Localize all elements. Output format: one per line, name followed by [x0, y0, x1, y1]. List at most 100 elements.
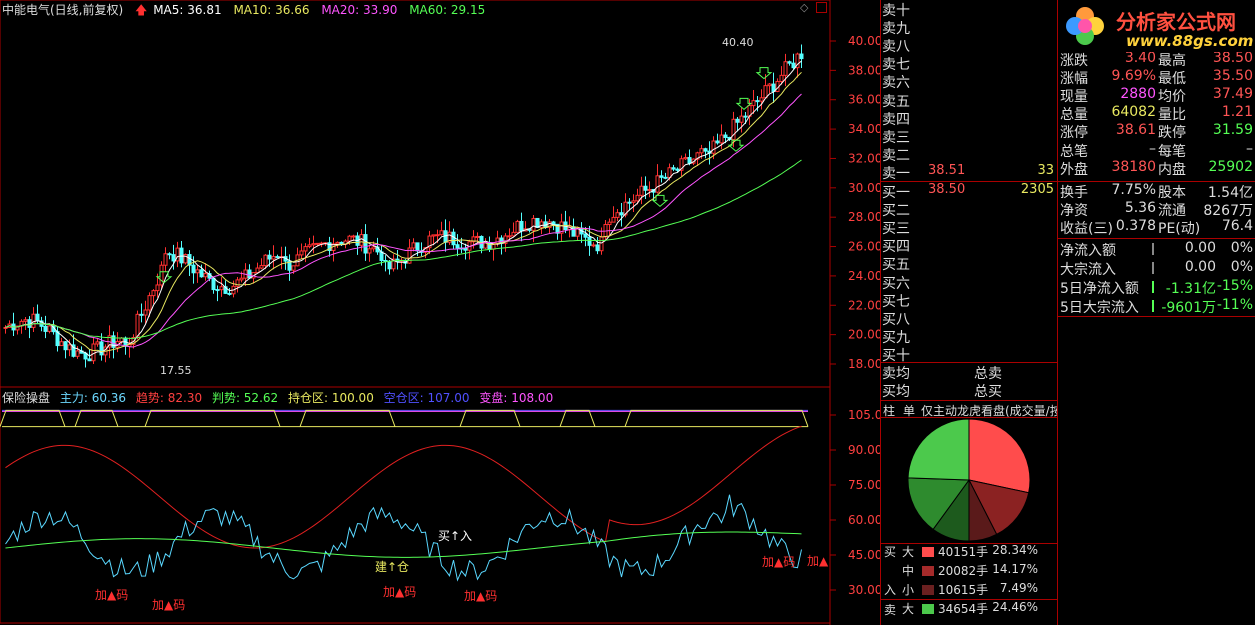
candle-body	[431, 234, 436, 237]
price-tick-label: 34.00	[848, 122, 880, 136]
stat-v1: 0.378	[1115, 218, 1156, 235]
buy-level-4[interactable]: 买四	[882, 236, 1056, 255]
price-tick-label: 22.00	[848, 298, 880, 312]
price-tick-label: 32.00	[848, 151, 880, 165]
tab-active-only[interactable]: 仅主动	[921, 402, 957, 419]
stat-k2: 最高	[1158, 53, 1186, 69]
stat-v1: 38.61	[1115, 122, 1156, 139]
buy-level-6[interactable]: 买六	[882, 273, 1056, 292]
sell-level-label: 卖二	[882, 147, 910, 164]
sell-level-2[interactable]: 卖二	[882, 145, 1056, 164]
candle-body	[43, 325, 48, 332]
candle-body	[347, 235, 352, 242]
band-segment	[559, 409, 596, 427]
legend-row: 小 10615手 7.49%	[882, 581, 1058, 599]
candle-body	[687, 157, 692, 164]
candle-body	[91, 343, 96, 362]
sell-level-9[interactable]: 卖九	[882, 18, 1056, 37]
diamond-icon[interactable]: ◇	[800, 1, 808, 14]
sell-level-3[interactable]: 卖三	[882, 127, 1056, 146]
buy-level-9[interactable]: 买九	[882, 327, 1056, 346]
stat-v2: 8267万	[1203, 203, 1253, 220]
sell-level-label: 卖十	[882, 3, 910, 19]
candle-body	[583, 233, 588, 238]
candle-body	[135, 313, 140, 339]
sell-level-7[interactable]: 卖七	[882, 54, 1056, 74]
stat-k2: 内盘	[1158, 161, 1186, 178]
stat-k2: 量比	[1158, 107, 1186, 124]
candle-body	[455, 244, 460, 249]
buy-level-1[interactable]: 买一 38.50 2305	[882, 182, 1056, 201]
candle-body	[303, 246, 308, 252]
sell-level-1[interactable]: 卖一 38.51 33	[882, 162, 1056, 182]
sell-level-label: 卖六	[882, 75, 910, 92]
candle-body	[715, 140, 720, 144]
candle-body	[335, 241, 340, 245]
candle-body	[439, 230, 444, 236]
sell-level-8[interactable]: 卖八	[882, 36, 1056, 55]
flower-logo-icon	[1066, 7, 1104, 45]
sell-level-label: 卖七	[882, 57, 910, 74]
total-label: 总卖	[974, 366, 1002, 382]
stat-v1: 38180	[1111, 158, 1156, 175]
total-label: 总买	[974, 384, 1002, 400]
candle-body	[635, 194, 640, 202]
close-box-icon[interactable]	[816, 2, 827, 13]
candle-body	[535, 217, 540, 228]
stat-row: 换手 7.75% 股本 1.54亿	[1060, 182, 1254, 201]
buy-level-label: 买七	[882, 293, 910, 310]
candle-body	[259, 265, 264, 269]
sell-level-6[interactable]: 卖六	[882, 72, 1056, 92]
candle-body	[139, 313, 144, 316]
price-tick-label: 40.00	[848, 34, 880, 48]
stat-v2: 38.50	[1212, 50, 1253, 66]
candle-body	[751, 100, 756, 107]
sell-level-5[interactable]: 卖五	[882, 91, 1056, 110]
tab-dragon-tiger[interactable]: 龙虎看盘(成交量/按	[957, 402, 1057, 419]
sell1-volume: 33	[1037, 162, 1054, 178]
high-price-label: 40.40	[722, 36, 754, 49]
stat-row: 外盘 38180 内盘 25902	[1060, 158, 1254, 178]
add-position-label: 加▲	[807, 554, 829, 568]
candle-body	[227, 292, 232, 295]
buy-level-8[interactable]: 买八	[882, 309, 1056, 328]
buy-level-7[interactable]: 买七	[882, 291, 1056, 310]
band-segment	[624, 409, 809, 427]
stat-k1: 涨跌	[1060, 53, 1088, 69]
stat-v2: 25902	[1208, 158, 1253, 175]
flow-bar	[1152, 281, 1154, 293]
ma5-line	[5, 60, 802, 357]
buy-level-label: 买五	[882, 257, 910, 274]
candle-body	[411, 242, 416, 249]
candle-body	[63, 341, 68, 351]
chart-area[interactable]: 40.00 38.00 36.00 34.00 32.00 30.00 28.00 26.00…	[0, 0, 880, 625]
buy-level-3[interactable]: 买三	[882, 218, 1056, 237]
candle-body	[143, 309, 148, 316]
candle-body	[151, 290, 156, 297]
candle-body	[719, 134, 724, 144]
buy-level-2[interactable]: 买二	[882, 200, 1056, 219]
buy-level-5[interactable]: 买五	[882, 254, 1056, 274]
indicator-tick-label: 90.00	[848, 443, 880, 457]
sell-level-label: 卖一	[882, 165, 910, 182]
flow-row: 大宗流入 0.00 0%	[1060, 259, 1254, 278]
logo-url: www.88gs.com	[1126, 32, 1254, 50]
buy-level-10[interactable]: 买十	[882, 345, 1056, 364]
candle-body	[671, 167, 676, 170]
candle-body	[619, 212, 624, 216]
sell-level-10[interactable]: 卖十	[882, 0, 1056, 19]
ma20-line	[5, 93, 802, 348]
candle-body	[451, 231, 456, 246]
sell-level-4[interactable]: 卖四	[882, 109, 1056, 128]
tab-bar-chart[interactable]: 柱	[883, 402, 895, 419]
price-tick-label: 26.00	[848, 240, 880, 254]
candle-body	[755, 100, 760, 103]
candle-body	[495, 237, 500, 245]
tab-single[interactable]: 单	[903, 402, 915, 419]
candle-body	[663, 176, 668, 179]
candle-body	[519, 220, 524, 232]
legend-pct: 24.46%	[992, 600, 1038, 614]
candle-body	[359, 234, 364, 246]
candle-body	[119, 337, 124, 343]
legend-volume: 40151手	[938, 545, 989, 559]
